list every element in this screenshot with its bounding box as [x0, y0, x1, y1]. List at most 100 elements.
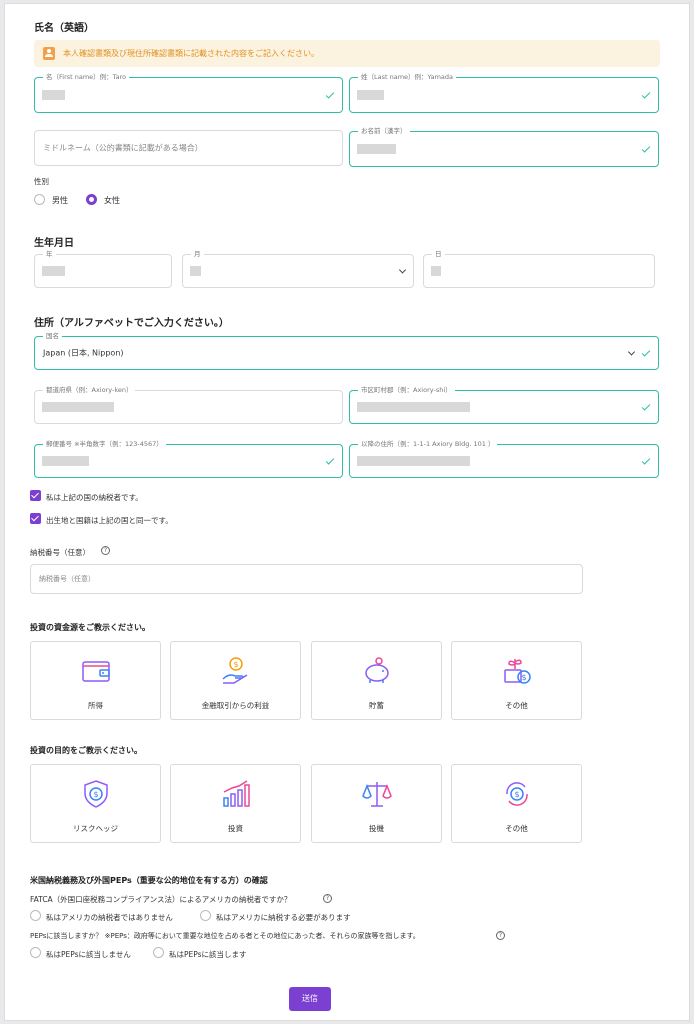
- middle-name-field[interactable]: ミドルネーム（公的書類に記載がある場合）: [34, 130, 343, 166]
- svg-text:$: $: [514, 790, 519, 799]
- postal-code-label: 郵便番号 ※半角数字（例：123-4567）: [43, 440, 166, 449]
- submit-button[interactable]: 送信: [289, 987, 331, 1011]
- country-label: 国名: [43, 332, 62, 341]
- birthplace-checkbox-label: 出生地と国籍は上記の国と同一です。: [46, 516, 173, 525]
- birthplace-checkbox[interactable]: [30, 513, 41, 524]
- fatca-not-taxpayer-radio[interactable]: [30, 910, 41, 921]
- purpose-option-speculation[interactable]: 投機: [311, 764, 442, 843]
- city-label: 市区町村郡（例：Axiory-shi）: [358, 386, 455, 395]
- kanji-name-label: お名前（漢字）: [358, 127, 410, 136]
- purpose-option-label: リスクヘッジ: [73, 824, 118, 833]
- birth-year-label: 年: [43, 250, 56, 259]
- check-icon: [325, 456, 335, 465]
- wallet-icon: [82, 661, 110, 682]
- country-select[interactable]: 国名 Japan (日本, Nippon): [34, 332, 659, 370]
- check-icon: [325, 90, 335, 99]
- kanji-name-value-redacted: [357, 144, 396, 154]
- postal-code-field[interactable]: 郵便番号 ※半角数字（例：123-4567）: [34, 440, 343, 478]
- shield-dollar-icon: $: [84, 780, 108, 808]
- street-address-field[interactable]: 以降の住所（例：1-1-1 Axiory Bldg. 101 ）: [349, 440, 659, 478]
- peps-applicable-label: 私はPEPsに該当します: [169, 950, 247, 959]
- svg-text:$: $: [521, 673, 526, 682]
- purpose-option-investment[interactable]: 投資: [170, 764, 301, 843]
- birth-year-value-redacted: [42, 266, 65, 276]
- check-icon: [641, 456, 651, 465]
- taxpayer-checkbox-label: 私は上記の国の納税者です。: [46, 493, 143, 502]
- middle-name-placeholder: ミドルネーム（公的書類に記載がある場合）: [43, 143, 203, 153]
- birth-month-value-redacted: [190, 266, 201, 276]
- tax-number-input[interactable]: 納税番号（任意）: [30, 564, 583, 594]
- prefecture-label: 都道府県（例：Axiory-ken）: [43, 386, 136, 395]
- funds-option-trading-profit[interactable]: $ 金融取引からの利益: [170, 641, 301, 720]
- coin-hand-icon: $: [222, 657, 248, 684]
- notice-banner: 本人確認書類及び現住所確認書類に記載された内容をご記入ください。: [34, 40, 660, 67]
- birth-year-field[interactable]: 年: [34, 250, 172, 288]
- birth-day-label: 日: [432, 250, 445, 259]
- gender-male-radio[interactable]: [34, 194, 45, 205]
- birth-day-value-redacted: [431, 266, 441, 276]
- svg-text:$: $: [93, 790, 98, 799]
- birth-month-select[interactable]: 月: [182, 250, 414, 288]
- funds-section-title: 投資の資金源をご教示ください。: [30, 623, 150, 632]
- postal-code-value-redacted: [42, 456, 89, 466]
- funds-option-savings[interactable]: 貯蓄: [311, 641, 442, 720]
- taxpayer-checkbox[interactable]: [30, 490, 41, 501]
- city-field[interactable]: 市区町村郡（例：Axiory-shi）: [349, 386, 659, 424]
- svg-text:$: $: [233, 660, 238, 669]
- growth-chart-icon: [223, 780, 250, 807]
- city-value-redacted: [357, 402, 470, 412]
- peps-question: PEPsに該当しますか？ ※PEPs：政府等において重要な地位を占める者とその地…: [30, 932, 420, 940]
- last-name-label: 姓（Last name）例：Yamada: [358, 73, 457, 82]
- registration-form: 氏名（英語） 本人確認書類及び現住所確認書類に記載された内容をご記入ください。 …: [4, 3, 690, 1021]
- scales-icon: [362, 782, 392, 807]
- cycle-dollar-icon: $: [506, 782, 528, 806]
- chevron-down-icon: [627, 348, 636, 356]
- first-name-field[interactable]: 名（First name）例：Taro: [34, 73, 343, 113]
- address-section-title: 住所（アルファベットでご入力ください。）: [34, 318, 229, 329]
- last-name-value-redacted: [357, 90, 384, 100]
- help-icon[interactable]: ?: [101, 546, 110, 555]
- peps-not-applicable-label: 私はPEPsに該当しません: [46, 950, 131, 959]
- piggy-bank-icon: [365, 657, 389, 683]
- funds-option-income[interactable]: 所得: [30, 641, 161, 720]
- plant-coins-icon: $: [504, 659, 531, 684]
- gender-female-label: 女性: [104, 196, 120, 205]
- purpose-section-title: 投資の目的をご教示ください。: [30, 746, 142, 755]
- check-icon: [641, 90, 651, 99]
- purpose-option-risk-hedge[interactable]: $ リスクヘッジ: [30, 764, 161, 843]
- check-icon: [641, 402, 651, 411]
- purpose-option-label: その他: [505, 824, 528, 833]
- gender-female-radio[interactable]: [86, 194, 97, 205]
- help-icon[interactable]: ?: [323, 894, 332, 903]
- street-address-label: 以降の住所（例：1-1-1 Axiory Bldg. 101 ）: [358, 440, 498, 449]
- first-name-label: 名（First name）例：Taro: [43, 73, 130, 82]
- gender-male-label: 男性: [52, 196, 68, 205]
- birth-day-field[interactable]: 日: [423, 250, 655, 288]
- kanji-name-field[interactable]: お名前（漢字）: [349, 127, 659, 167]
- peps-not-applicable-radio[interactable]: [30, 947, 41, 958]
- prefecture-field[interactable]: 都道府県（例：Axiory-ken）: [34, 386, 343, 424]
- last-name-field[interactable]: 姓（Last name）例：Yamada: [349, 73, 659, 113]
- funds-option-other[interactable]: $ その他: [451, 641, 582, 720]
- tax-number-label: 納税番号（任意）: [30, 548, 90, 557]
- tax-number-placeholder: 納税番号（任意）: [39, 575, 95, 583]
- gender-label: 性別: [34, 177, 49, 186]
- user-card-icon: [43, 47, 55, 60]
- peps-applicable-radio[interactable]: [153, 947, 164, 958]
- fatca-question: FATCA（外国口座税務コンプライアンス法）によるアメリカの納税者ですか？: [30, 895, 292, 904]
- funds-option-label: 金融取引からの利益: [201, 701, 270, 710]
- notice-text: 本人確認書類及び現住所確認書類に記載された内容をご記入ください。: [63, 49, 319, 58]
- check-icon: [641, 144, 651, 153]
- purpose-option-other[interactable]: $ その他: [451, 764, 582, 843]
- birth-month-label: 月: [191, 250, 204, 259]
- birth-section-title: 生年月日: [34, 238, 74, 249]
- fatca-not-taxpayer-label: 私はアメリカの納税者ではありません: [46, 913, 173, 922]
- purpose-option-label: 投資: [228, 824, 243, 833]
- fatca-taxpayer-radio[interactable]: [200, 910, 211, 921]
- street-address-value-redacted: [357, 456, 470, 466]
- prefecture-value-redacted: [42, 402, 114, 412]
- purpose-option-label: 投機: [369, 824, 384, 833]
- funds-option-label: その他: [505, 701, 528, 710]
- name-section-title: 氏名（英語）: [34, 23, 94, 34]
- help-icon[interactable]: ?: [496, 931, 505, 940]
